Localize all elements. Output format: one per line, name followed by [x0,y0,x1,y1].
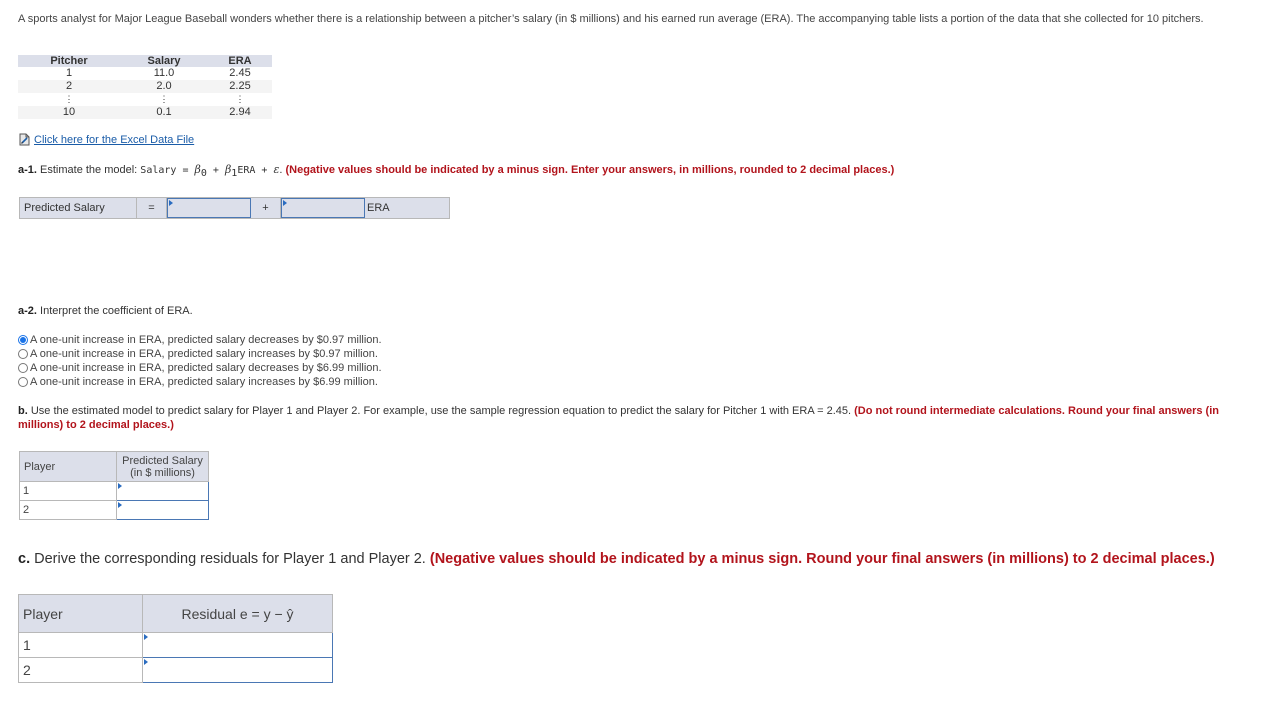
radio-unselected-icon[interactable] [18,363,28,373]
header-era: ERA [208,55,272,67]
question-c-text: Derive the corresponding residuals for P… [30,551,430,567]
cell-era: 2.94 [208,106,272,119]
cell-pitcher: 10 [18,106,120,119]
cell-salary: 11.0 [153,67,175,79]
cell-pitcher: 1 [65,67,73,79]
model-plus: + [206,165,225,176]
question-a2-text: Interpret the coefficient of ERA. [36,305,193,317]
header-pitcher: Pitcher [18,55,120,67]
residual-table: Player Residual e = y − ŷ 1 2 [18,594,333,683]
table-row: 10 0.1 2.94 [18,106,272,119]
problem-intro: A sports analyst for Major League Baseba… [18,13,1204,25]
model-era: ERA [237,165,256,176]
table-row: 1 [18,632,333,658]
residual-input-2[interactable] [143,658,332,682]
excel-link-label: Click here for the Excel Data File [34,133,195,146]
player-number: 1 [18,632,143,658]
plus-sign: + [251,198,281,218]
equals-sign: = [137,198,167,218]
header-line-1: Predicted Salary [122,454,203,467]
question-b-text: Use the estimated model to predict salar… [27,405,855,417]
residual-cell[interactable] [142,632,333,658]
question-a2: a-2. Interpret the coefficient of ERA. [18,305,193,317]
header-salary: Salary [120,55,208,67]
header-line-2: (in $ millions) [130,466,195,479]
player-number: 1 [19,481,117,501]
model-plus: + [255,165,274,176]
data-table-header: Pitcher Salary ERA [18,55,272,67]
option-1[interactable]: A one-unit increase in ERA, predicted sa… [18,333,382,347]
table-row: 2 [18,657,333,683]
residual-cell[interactable] [142,657,333,683]
table-header: Player Residual e = y − ŷ [18,594,333,633]
header-player: Player [18,594,143,633]
player-number: 2 [19,500,117,520]
table-row: ⋮ ⋮ ⋮ [18,93,272,106]
data-table: Pitcher Salary ERA 1 11.0 2.45 2 2.0 2.2… [18,55,272,119]
option-label: A one-unit increase in ERA, predicted sa… [30,348,378,360]
input-flag-icon [144,634,148,640]
input-flag-icon [169,200,173,206]
cell-era: 2.45 [229,67,251,79]
instruction-a1: (Negative values should be indicated by … [285,164,895,176]
table-row: 1 [19,481,209,501]
radio-selected-icon[interactable] [18,335,28,345]
option-4[interactable]: A one-unit increase in ERA, predicted sa… [18,375,382,389]
regression-equation-row: Predicted Salary = + ERA [19,197,450,219]
radio-unselected-icon[interactable] [18,349,28,359]
predicted-salary-label: Predicted Salary [20,198,137,218]
predicted-salary-cell[interactable] [116,481,209,501]
model-equals: = [176,165,195,176]
player-number: 2 [18,657,143,683]
predicted-salary-table: Player Predicted Salary (in $ millions) … [19,451,209,520]
table-row: 1 11.0 2.45 [18,67,272,80]
era-label: ERA [367,202,390,214]
cell-ellipsis: ⋮ [64,94,74,104]
cell-ellipsis: ⋮ [235,94,245,104]
cell-salary: 2.0 [120,80,208,93]
input-flag-icon [144,659,148,665]
model-salary: Salary [140,165,177,176]
predicted-salary-input-2[interactable] [117,501,208,519]
option-label: A one-unit increase in ERA, predicted sa… [30,334,382,346]
header-player: Player [19,451,117,482]
table-row: 2 2.0 2.25 [18,80,272,93]
input-flag-icon [118,483,122,489]
intercept-input[interactable] [168,200,250,218]
option-3[interactable]: A one-unit increase in ERA, predicted sa… [18,361,382,375]
residual-input-1[interactable] [143,633,332,657]
input-flag-icon [283,200,287,206]
question-c: c. Derive the corresponding residuals fo… [18,551,1215,567]
slope-input[interactable] [282,200,364,218]
table-header: Player Predicted Salary (in $ millions) [19,451,209,482]
question-b: b. Use the estimated model to predict sa… [18,404,1258,432]
question-a1-text: Estimate the model: [36,164,141,176]
predicted-salary-input-1[interactable] [117,482,208,500]
cell-era: 2.25 [208,80,272,93]
input-flag-icon [118,502,122,508]
cell-ellipsis: ⋮ [159,94,169,104]
question-b-label: b. [18,405,28,417]
instruction-c: (Negative values should be indicated by … [429,551,1215,567]
question-a1: a-1. Estimate the model: Salary = β0 + β… [18,163,894,179]
option-label: A one-unit increase in ERA, predicted sa… [30,376,378,388]
cell-pitcher: 2 [18,80,120,93]
predicted-salary-cell[interactable] [116,500,209,520]
header-residual: Residual e = y − ŷ [142,594,333,633]
table-row: 2 [19,500,209,520]
question-a1-label: a-1. [18,164,37,176]
radio-unselected-icon[interactable] [18,377,28,387]
interpretation-options: A one-unit increase in ERA, predicted sa… [18,333,382,389]
header-predicted-salary: Predicted Salary (in $ millions) [116,451,209,482]
excel-file-icon [18,133,31,146]
slope-input-cell[interactable] [281,198,365,218]
question-c-label: c. [18,551,31,567]
excel-data-link[interactable]: Click here for the Excel Data File [18,133,194,146]
intercept-input-cell[interactable] [167,198,251,218]
option-2[interactable]: A one-unit increase in ERA, predicted sa… [18,347,382,361]
cell-salary: 0.1 [120,106,208,119]
question-a2-label: a-2. [18,305,37,317]
option-label: A one-unit increase in ERA, predicted sa… [30,362,382,374]
